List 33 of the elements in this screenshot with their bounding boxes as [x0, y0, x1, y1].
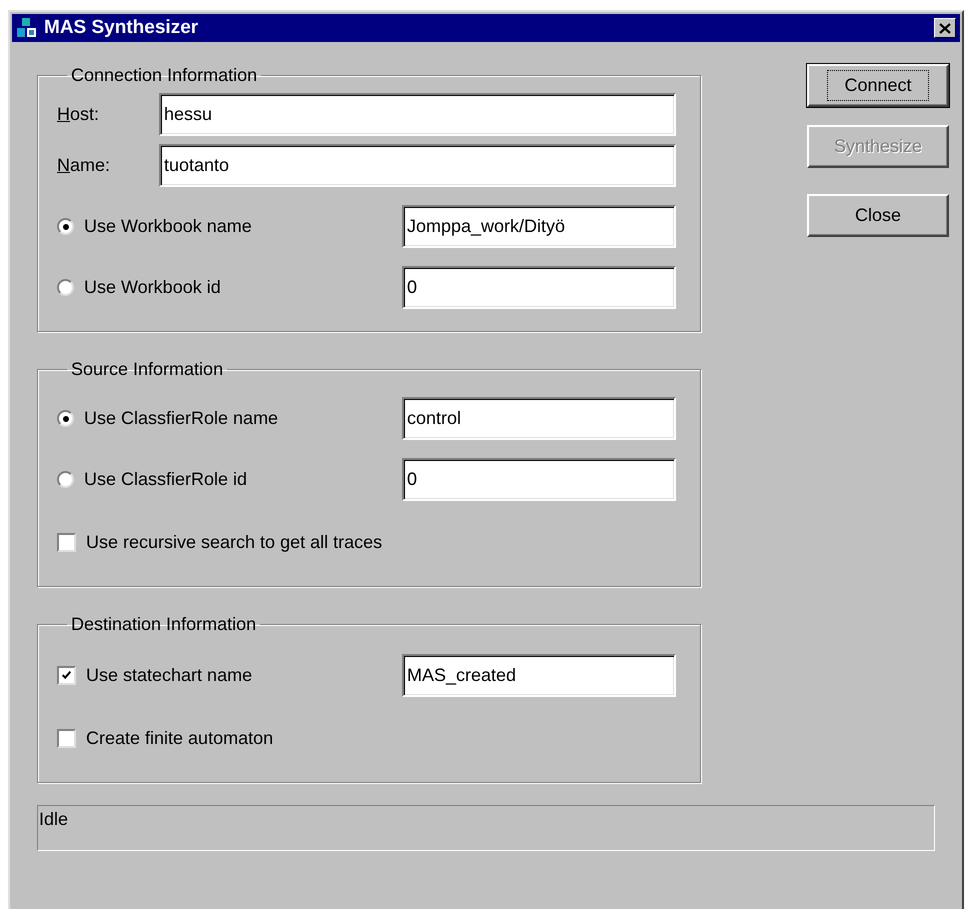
text-field[interactable]: 0	[402, 266, 676, 309]
checkbox-label: Use statechart name	[86, 664, 252, 687]
group-title: Destination Information	[70, 613, 258, 636]
window-title: MAS Synthesizer	[44, 16, 200, 40]
text-field[interactable]: 0	[402, 458, 676, 501]
close-button[interactable]	[934, 18, 956, 38]
checkbox[interactable]	[57, 533, 76, 552]
close-icon	[939, 22, 951, 34]
radio-button[interactable]	[57, 410, 74, 427]
text-field[interactable]: control	[402, 397, 676, 440]
checkbox[interactable]	[57, 729, 76, 748]
radio-button[interactable]	[57, 471, 74, 488]
checkbox-label: Use recursive search to get all traces	[86, 531, 382, 554]
radio-label: Use Workbook id	[84, 276, 221, 299]
radio-button[interactable]	[57, 279, 74, 296]
radio-label: Use ClassfierRole name	[84, 407, 278, 430]
dialog-button[interactable]: Close	[807, 194, 949, 237]
text-field[interactable]: hessu	[159, 93, 676, 136]
group-title: Source Information	[70, 358, 224, 381]
status-bar: Idle	[37, 805, 935, 851]
radio-label: Use Workbook name	[84, 215, 252, 238]
dialog-button[interactable]: Connect	[807, 64, 949, 107]
checkmark-icon	[61, 670, 72, 681]
field-label: Host:	[57, 103, 100, 126]
checkbox[interactable]	[57, 666, 76, 685]
field-label: Name:	[57, 154, 112, 177]
text-field[interactable]: Jomppa_work/Dityö	[402, 205, 676, 248]
radio-button[interactable]	[57, 218, 74, 235]
radio-label: Use ClassfierRole id	[84, 468, 248, 491]
text-field[interactable]: MAS_created	[402, 654, 676, 697]
text-field[interactable]: tuotanto	[159, 144, 676, 187]
checkbox-label: Create finite automaton	[86, 727, 274, 750]
group-title: Connection Information	[70, 64, 258, 87]
